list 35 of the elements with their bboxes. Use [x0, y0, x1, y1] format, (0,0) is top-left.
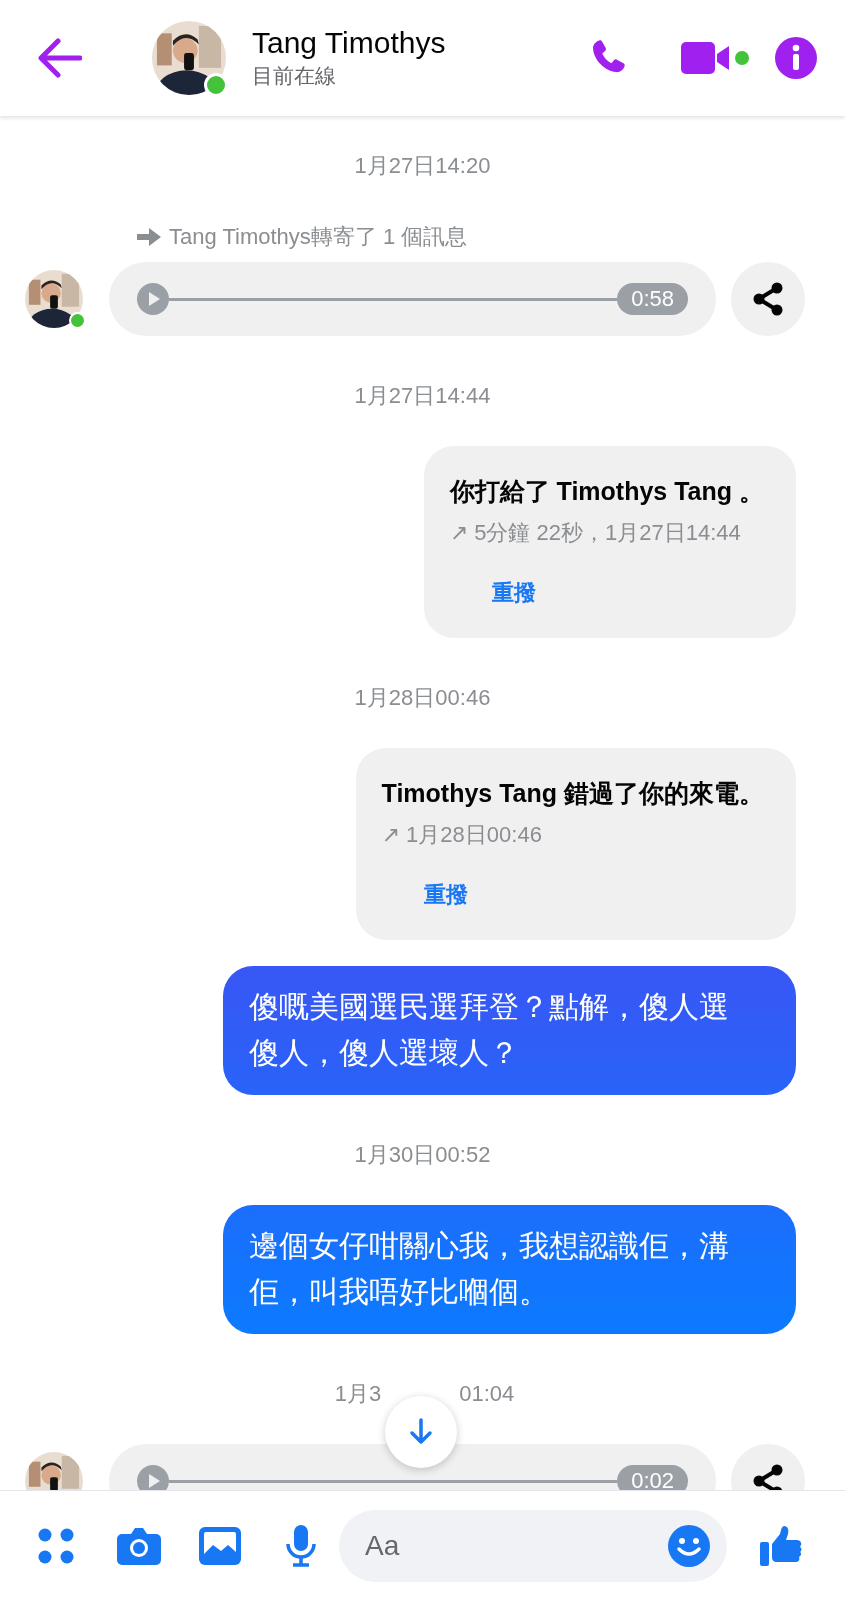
timestamp: 1月28日00:46 [354, 684, 491, 712]
timestamp: 1月3 [334, 1380, 382, 1408]
camera-icon[interactable] [117, 1526, 161, 1565]
video-camera-icon[interactable] [681, 40, 731, 76]
forward-note: Tang Timothys轉寄了 1 個訊息 [169, 224, 468, 250]
timestamp: 1月27日14:20 [354, 152, 491, 180]
call-title: Timothys Tang 錯過了你的來電。 [381, 778, 764, 809]
message-input[interactable]: Aa [339, 1509, 727, 1582]
microphone-icon[interactable] [285, 1524, 317, 1567]
menu-icon[interactable] [38, 1527, 74, 1564]
share-icon [751, 282, 785, 316]
message-bubble: 傻嘅美國選民選拜登？點解，傻人選傻人，傻人選壞人？ [223, 966, 796, 1095]
back-icon[interactable] [36, 38, 82, 78]
audio-duration: 0:02 [617, 1465, 688, 1490]
play-icon[interactable] [137, 283, 169, 315]
message-bubble: 邊個女仔咁關心我，我想認識佢，溝佢，叫我唔好比嗰個。 [223, 1205, 796, 1334]
info-icon[interactable] [775, 37, 817, 79]
thumbs-up-icon[interactable] [760, 1524, 802, 1567]
call-title: 你打給了 Timothys Tang 。 [449, 476, 764, 507]
timestamp: 1月30日00:52 [354, 1141, 491, 1169]
audio-duration: 0:58 [617, 283, 688, 315]
scroll-down-button[interactable] [384, 1396, 457, 1468]
image-icon[interactable] [199, 1526, 241, 1565]
contact-status: 目前在線 [252, 63, 337, 89]
timestamp: 01:04 [459, 1380, 515, 1408]
contact-name: Tang Timothys [252, 26, 447, 60]
share-icon [751, 1464, 785, 1490]
play-icon[interactable] [137, 1465, 169, 1490]
smiley-icon[interactable] [667, 1523, 711, 1568]
timestamp: 1月27日14:44 [354, 382, 491, 410]
call-detail: ↗ 5分鐘 22秒，1月27日14:44 [449, 519, 742, 547]
arrow-icon [137, 228, 161, 246]
redial-link[interactable]: 重撥 [491, 578, 536, 608]
call-detail: ↗ 1月28日00:46 [381, 821, 543, 849]
redial-link[interactable]: 重撥 [423, 880, 468, 910]
